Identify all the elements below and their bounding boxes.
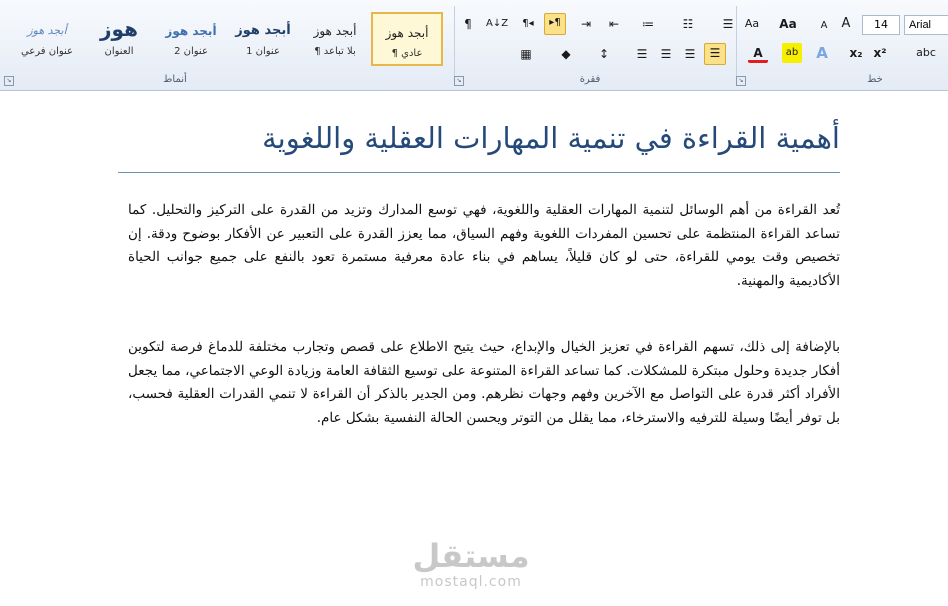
style-normal[interactable]: أبجد هوز ¶ عادي <box>371 12 443 66</box>
decrease-indent-button[interactable]: ⇤ <box>604 14 624 34</box>
text-effect-button[interactable]: A <box>812 43 832 63</box>
multilevel-list-button[interactable]: ≔ <box>638 14 658 34</box>
style-heading-1[interactable]: أبجد هوز عنوان 1 <box>228 12 298 64</box>
paragraph-1[interactable]: تُعد القراءة من أهم الوسائل لتنمية المها… <box>128 199 840 293</box>
clear-format-button[interactable]: Aa <box>742 14 762 34</box>
paragraph-dialog-launcher[interactable]: ↘ <box>454 76 464 86</box>
watermark-logo: مستقل mostaql.com <box>406 538 536 590</box>
style-heading-2[interactable]: أبجد هوز عنوان 2 <box>156 12 226 64</box>
style-sample: أبجد هوز <box>385 26 429 40</box>
shading-button[interactable]: ◆ <box>556 44 576 64</box>
ribbon: Arial 14 A A Aa Aa abc x² x₂ A ab A خط ↘… <box>0 0 948 91</box>
bullets-button[interactable]: ☷ <box>678 14 698 34</box>
paragraph-2[interactable]: بالإضافة إلى ذلك، تسهم القراءة في تعزيز … <box>128 336 840 430</box>
align-left-button[interactable]: ☰ <box>656 44 676 64</box>
style-no-spacing[interactable]: أبجد هوز ¶ بلا تباعد <box>300 12 370 64</box>
watermark-latin: mostaql.com <box>420 574 522 590</box>
font-name-combo[interactable]: Arial <box>904 15 948 35</box>
style-name: ¶ بلا تباعد <box>314 46 356 57</box>
show-marks-button[interactable]: ¶ <box>458 14 478 34</box>
style-name: عنوان فرعي <box>20 46 74 57</box>
shrink-font-button[interactable]: A <box>814 16 834 36</box>
increase-indent-button[interactable]: ⇥ <box>576 14 596 34</box>
paragraph-group-label: فقرة <box>579 74 601 85</box>
subscript-button[interactable]: x₂ <box>846 43 866 63</box>
borders-button[interactable]: ▦ <box>516 44 536 64</box>
style-name: عنوان 1 <box>246 46 280 57</box>
align-center-button[interactable]: ☰ <box>680 44 700 64</box>
style-sample: هوز <box>100 17 138 41</box>
rtl-direction-button[interactable]: ▸¶ <box>544 13 566 35</box>
change-case-button[interactable]: Aa <box>778 14 798 34</box>
justify-button[interactable]: ☰ <box>632 44 652 64</box>
align-right-button[interactable]: ☰ <box>704 43 726 65</box>
group-separator <box>454 6 455 86</box>
highlight-button[interactable]: ab <box>782 43 802 63</box>
document-title[interactable]: أهمية القراءة في تنمية المهارات العقلية … <box>262 121 840 155</box>
title-underline <box>118 172 840 173</box>
numbering-button[interactable]: ☰ <box>718 14 738 34</box>
font-dialog-launcher[interactable]: ↘ <box>736 76 746 86</box>
superscript-button[interactable]: x² <box>870 43 890 63</box>
style-title[interactable]: هوز العنوان <box>84 12 154 64</box>
sort-button[interactable]: A↓Z <box>486 14 508 34</box>
strikethrough-button[interactable]: abc <box>916 43 936 63</box>
style-name: عنوان 2 <box>174 46 208 57</box>
font-group-label: خط <box>867 74 883 85</box>
style-name: ¶ عادي <box>391 48 423 59</box>
ltr-direction-button[interactable]: ¶◂ <box>518 14 538 34</box>
style-sample: أبجد هوز <box>27 24 67 37</box>
style-sample: أبجد هوز <box>313 24 357 38</box>
styles-dialog-launcher[interactable]: ↘ <box>4 76 14 86</box>
font-size-combo[interactable]: 14 <box>862 15 900 35</box>
document-page[interactable]: أهمية القراءة في تنمية المهارات العقلية … <box>0 91 948 606</box>
style-subtitle[interactable]: أبجد هوز عنوان فرعي <box>12 12 82 64</box>
styles-group-label: أنماط <box>163 74 187 85</box>
line-spacing-button[interactable]: ↕ <box>594 44 614 64</box>
style-sample: أبجد هوز <box>235 23 291 38</box>
style-sample: أبجد هوز <box>165 24 217 38</box>
style-name: العنوان <box>104 46 134 57</box>
font-color-button[interactable]: A <box>748 43 768 63</box>
watermark-arabic: مستقل <box>412 537 530 575</box>
grow-font-button[interactable]: A <box>836 14 856 34</box>
